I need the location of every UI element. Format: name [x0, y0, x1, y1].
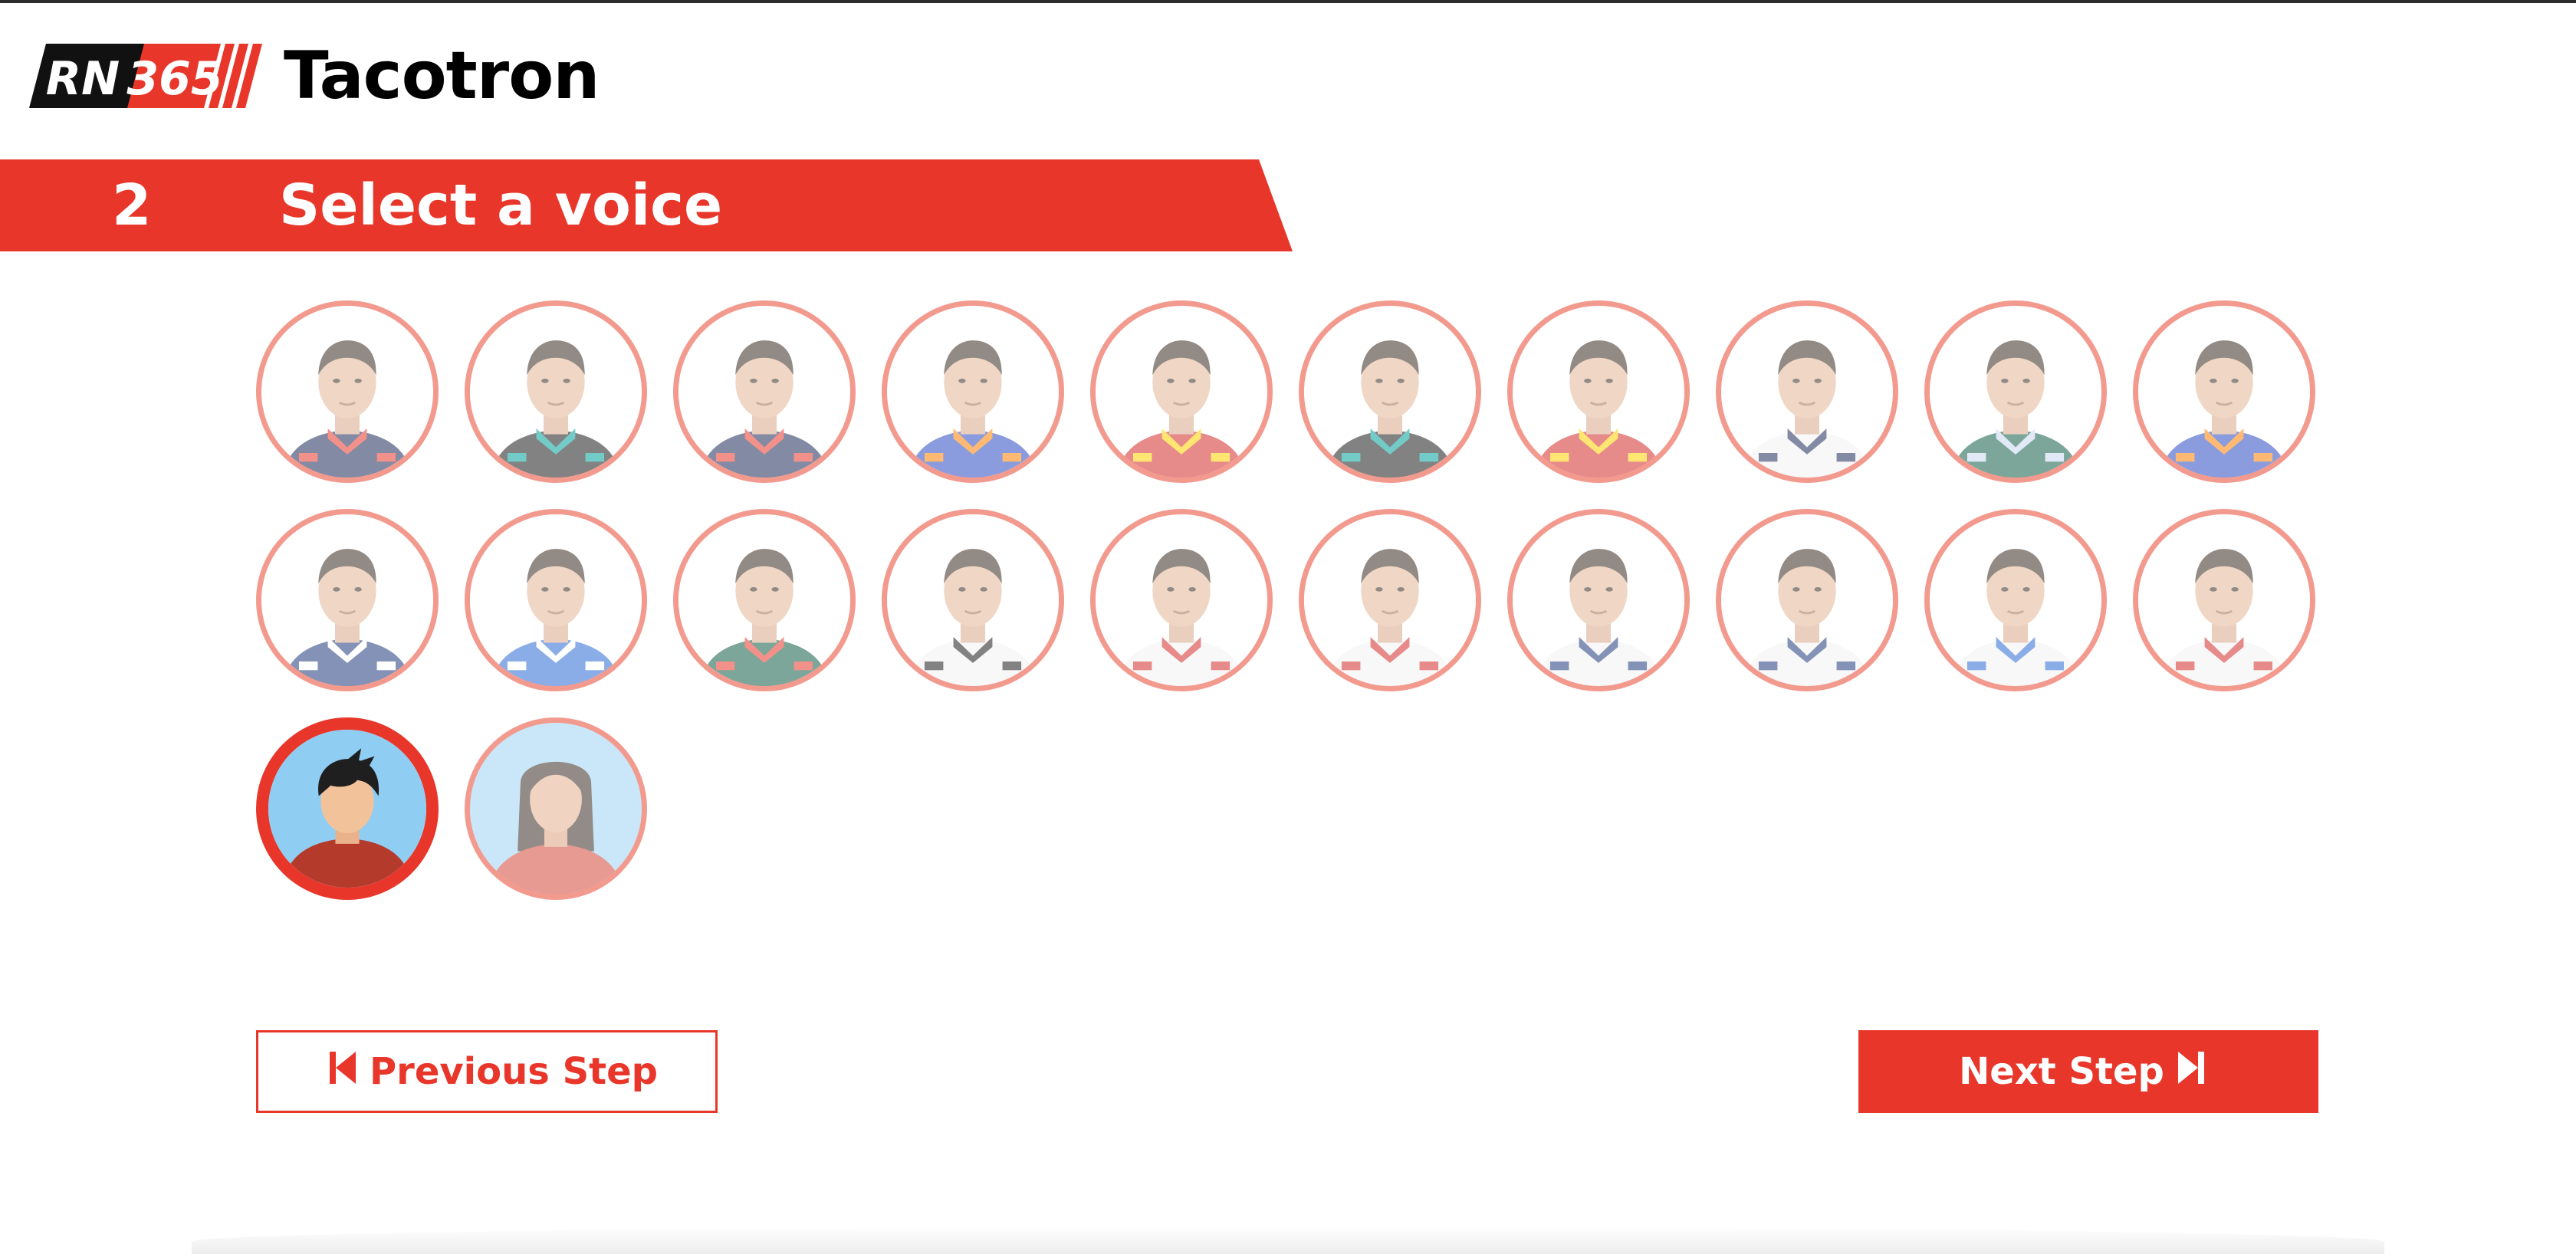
- logo-badge-right: 365: [127, 52, 222, 106]
- driver-voice-option[interactable]: [1716, 300, 1898, 483]
- male-avatar-option[interactable]: [256, 717, 439, 900]
- female-avatar-icon: [470, 723, 642, 895]
- driver-voice-option[interactable]: [1507, 300, 1690, 483]
- driver-voice-icon: [2138, 306, 2310, 478]
- driver-voice-icon: [2138, 514, 2310, 686]
- driver-voice-option[interactable]: [2133, 509, 2315, 691]
- previous-step-label: Previous Step: [369, 1050, 658, 1093]
- driver-voice-icon: [678, 306, 850, 478]
- driver-voice-option[interactable]: [465, 300, 647, 483]
- driver-voice-option[interactable]: [1299, 509, 1481, 691]
- driver-voice-icon: [1096, 306, 1267, 478]
- driver-voice-icon: [1721, 306, 1893, 478]
- step-banner: 2 Select a voice: [0, 159, 1293, 251]
- driver-voice-option[interactable]: [882, 509, 1064, 691]
- driver-voice-option[interactable]: [1507, 509, 1690, 691]
- driver-voice-icon: [887, 306, 1059, 478]
- driver-voice-icon: [261, 514, 433, 686]
- driver-voice-option[interactable]: [1299, 300, 1481, 483]
- driver-voice-option[interactable]: [673, 300, 856, 483]
- driver-voice-icon: [1930, 306, 2101, 478]
- skip-forward-icon: [2177, 1050, 2204, 1093]
- female-avatar-option[interactable]: [465, 717, 647, 900]
- driver-voice-option[interactable]: [256, 509, 439, 691]
- driver-voice-option[interactable]: [1716, 509, 1898, 691]
- driver-voice-icon: [1096, 514, 1267, 686]
- driver-voice-option[interactable]: [1090, 300, 1273, 483]
- driver-voice-option[interactable]: [465, 509, 647, 691]
- driver-voice-icon: [470, 514, 642, 686]
- driver-voice-icon: [1721, 514, 1893, 686]
- driver-voice-icon: [1304, 514, 1476, 686]
- page: RN 365 Tacotron 2 Select a voice Previou…: [0, 0, 2576, 1254]
- app-title: Tacotron: [284, 38, 600, 114]
- next-step-label: Next Step: [1959, 1050, 2164, 1093]
- driver-voice-icon: [261, 306, 433, 478]
- driver-voice-icon: [678, 514, 850, 686]
- step-number: 2: [112, 172, 152, 238]
- driver-voice-option[interactable]: [673, 509, 856, 691]
- driver-voice-icon: [1513, 514, 1684, 686]
- driver-voice-icon: [1930, 514, 2101, 686]
- logo-badge-left: RN: [46, 52, 120, 106]
- bottom-shadow: [192, 1226, 2384, 1254]
- previous-step-button[interactable]: Previous Step: [256, 1030, 718, 1113]
- app-logo[interactable]: RN 365 Tacotron: [29, 43, 600, 109]
- driver-voice-option[interactable]: [256, 300, 439, 483]
- driver-voice-option[interactable]: [2133, 300, 2315, 483]
- driver-voice-icon: [1304, 306, 1476, 478]
- male-avatar-icon: [268, 730, 426, 888]
- driver-voice-option[interactable]: [882, 300, 1064, 483]
- rn365-logo-badge: RN 365: [29, 44, 273, 108]
- skip-back-icon: [329, 1050, 356, 1093]
- driver-voice-option[interactable]: [1924, 509, 2107, 691]
- driver-voice-icon: [887, 514, 1059, 686]
- driver-voice-icon: [1513, 306, 1684, 478]
- driver-voice-option[interactable]: [1924, 300, 2107, 483]
- driver-voice-option[interactable]: [1090, 509, 1273, 691]
- next-step-button[interactable]: Next Step: [1858, 1030, 2318, 1113]
- step-title: Select a voice: [279, 172, 723, 238]
- driver-voice-icon: [470, 306, 642, 478]
